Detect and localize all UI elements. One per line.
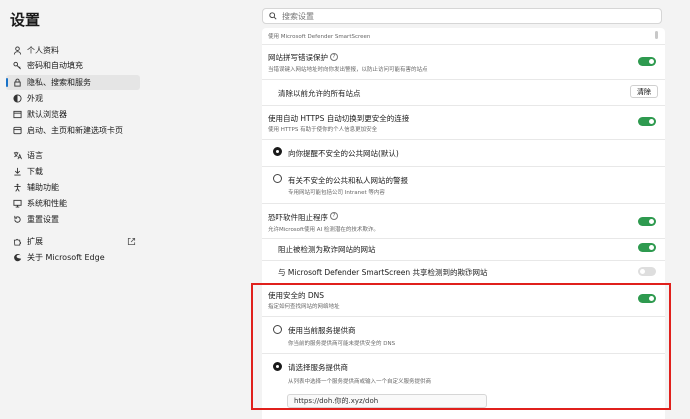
share-scam-sites-label: 与 Microsoft Defender SmartScreen 共享检测到的欺… [278,268,488,277]
sidebar-item-passwords[interactable]: 密码和自动填充 [6,58,140,73]
sidebar-item-reset[interactable]: 重置设置 [6,212,140,227]
download-icon [12,167,22,177]
accessibility-icon [12,183,22,193]
sidebar-item-label: 关于 Microsoft Edge [27,253,105,262]
system-icon [12,199,22,209]
search-icon [269,12,277,20]
typo-protection-title: 网站拼写错误保护 [268,53,328,62]
extensions-icon [12,237,22,247]
info-icon[interactable]: ? [330,212,338,220]
highlight-box [251,283,671,410]
typo-protection-toggle[interactable] [638,57,656,66]
sidebar-item-label: 启动、主页和新建选项卡页 [27,126,123,135]
auto-https-title: 使用自动 HTTPS 自动切换到更安全的连接 [268,114,410,123]
sidebar-item-label: 语言 [27,151,43,160]
scareware-desc: 允许Microsoft使用 AI 检测潜在的技术欺诈。 [268,227,379,233]
divider [262,105,665,106]
share-scam-sites-toggle[interactable] [638,267,656,276]
person-icon [12,46,22,56]
sidebar-item-label: 重置设置 [27,215,59,224]
sidebar-item-label: 下载 [27,167,43,176]
clear-allowed-sites-label: 清除以前允许的所有站点 [278,89,361,98]
scareware-toggle[interactable] [638,217,656,226]
sidebar-item-label: 外观 [27,94,43,103]
external-link-icon [127,237,136,246]
reset-icon [12,215,22,225]
https-option-all-radio[interactable] [273,174,282,183]
divider [262,260,665,261]
https-option-all-desc: 专用网站可能包括公司 Intranet 等内容 [288,190,385,196]
divider [262,166,665,167]
smartscreen-desc: 使用 Microsoft Defender SmartScreen [268,34,371,40]
block-scam-sites-label: 阻止被检测为欺诈网站的网站 [278,245,376,254]
divider [262,203,665,204]
sidebar-item-accessibility[interactable]: 辅助功能 [6,180,140,195]
info-icon[interactable]: ? [464,268,472,276]
language-icon [12,151,22,161]
typo-protection-desc: 当错误键入网站地址时向你发出警报，以防止访问可能有害的站点 [268,67,428,73]
sidebar-item-label: 辅助功能 [27,183,59,192]
sidebar-item-label: 扩展 [27,237,43,246]
https-option-public-label: 向你提醒不安全的公共网站(默认) [288,149,399,158]
sidebar-item-downloads[interactable]: 下载 [6,164,140,179]
key-icon [12,61,22,71]
auto-https-desc: 使用 HTTPS 有助于使你的个人信息更加安全 [268,127,378,133]
info-icon[interactable]: ? [330,53,338,61]
sidebar-item-system[interactable]: 系统和性能 [6,196,140,211]
sidebar-item-language[interactable]: 语言 [6,148,140,163]
divider [262,44,665,45]
browser-icon [12,110,22,120]
scareware-title: 恐吓软件阻止程序 [268,213,328,222]
sidebar-item-label: 密码和自动填充 [27,61,83,70]
block-scam-sites-toggle[interactable] [638,243,656,252]
divider [262,79,665,80]
sidebar-item-startup[interactable]: 启动、主页和新建选项卡页 [6,123,140,138]
clear-button[interactable]: 清除 [630,85,658,98]
sidebar-item-profile[interactable]: 个人资料 [6,43,140,58]
appearance-icon [12,94,22,104]
sidebar-item-label: 个人资料 [27,46,59,55]
sidebar-item-extensions[interactable]: 扩展 [6,234,140,249]
sidebar-item-label: 系统和性能 [27,199,67,208]
lock-icon [12,78,22,88]
sidebar-item-about[interactable]: 关于 Microsoft Edge [6,250,140,265]
auto-https-toggle[interactable] [638,117,656,126]
divider [262,139,665,140]
sidebar-item-label: 默认浏览器 [27,110,67,119]
divider [262,238,665,239]
search-input[interactable] [282,11,642,21]
search-box[interactable] [262,8,662,24]
edge-icon [12,253,22,263]
sidebar: 设置 个人资料 密码和自动填充 隐私、搜索和服务 外观 默认浏览器 启动、主页和… [0,0,148,419]
sidebar-item-privacy[interactable]: 隐私、搜索和服务 [6,75,140,90]
scrollbar-thumb[interactable] [655,31,658,39]
sidebar-item-appearance[interactable]: 外观 [6,91,140,106]
home-icon [12,126,22,136]
app-title: 设置 [10,11,41,29]
https-option-all-label: 有关不安全的公共和私人网站的警报 [288,176,408,185]
sidebar-item-default-browser[interactable]: 默认浏览器 [6,107,140,122]
sidebar-item-label: 隐私、搜索和服务 [27,78,91,87]
https-option-public-radio[interactable] [273,147,282,156]
